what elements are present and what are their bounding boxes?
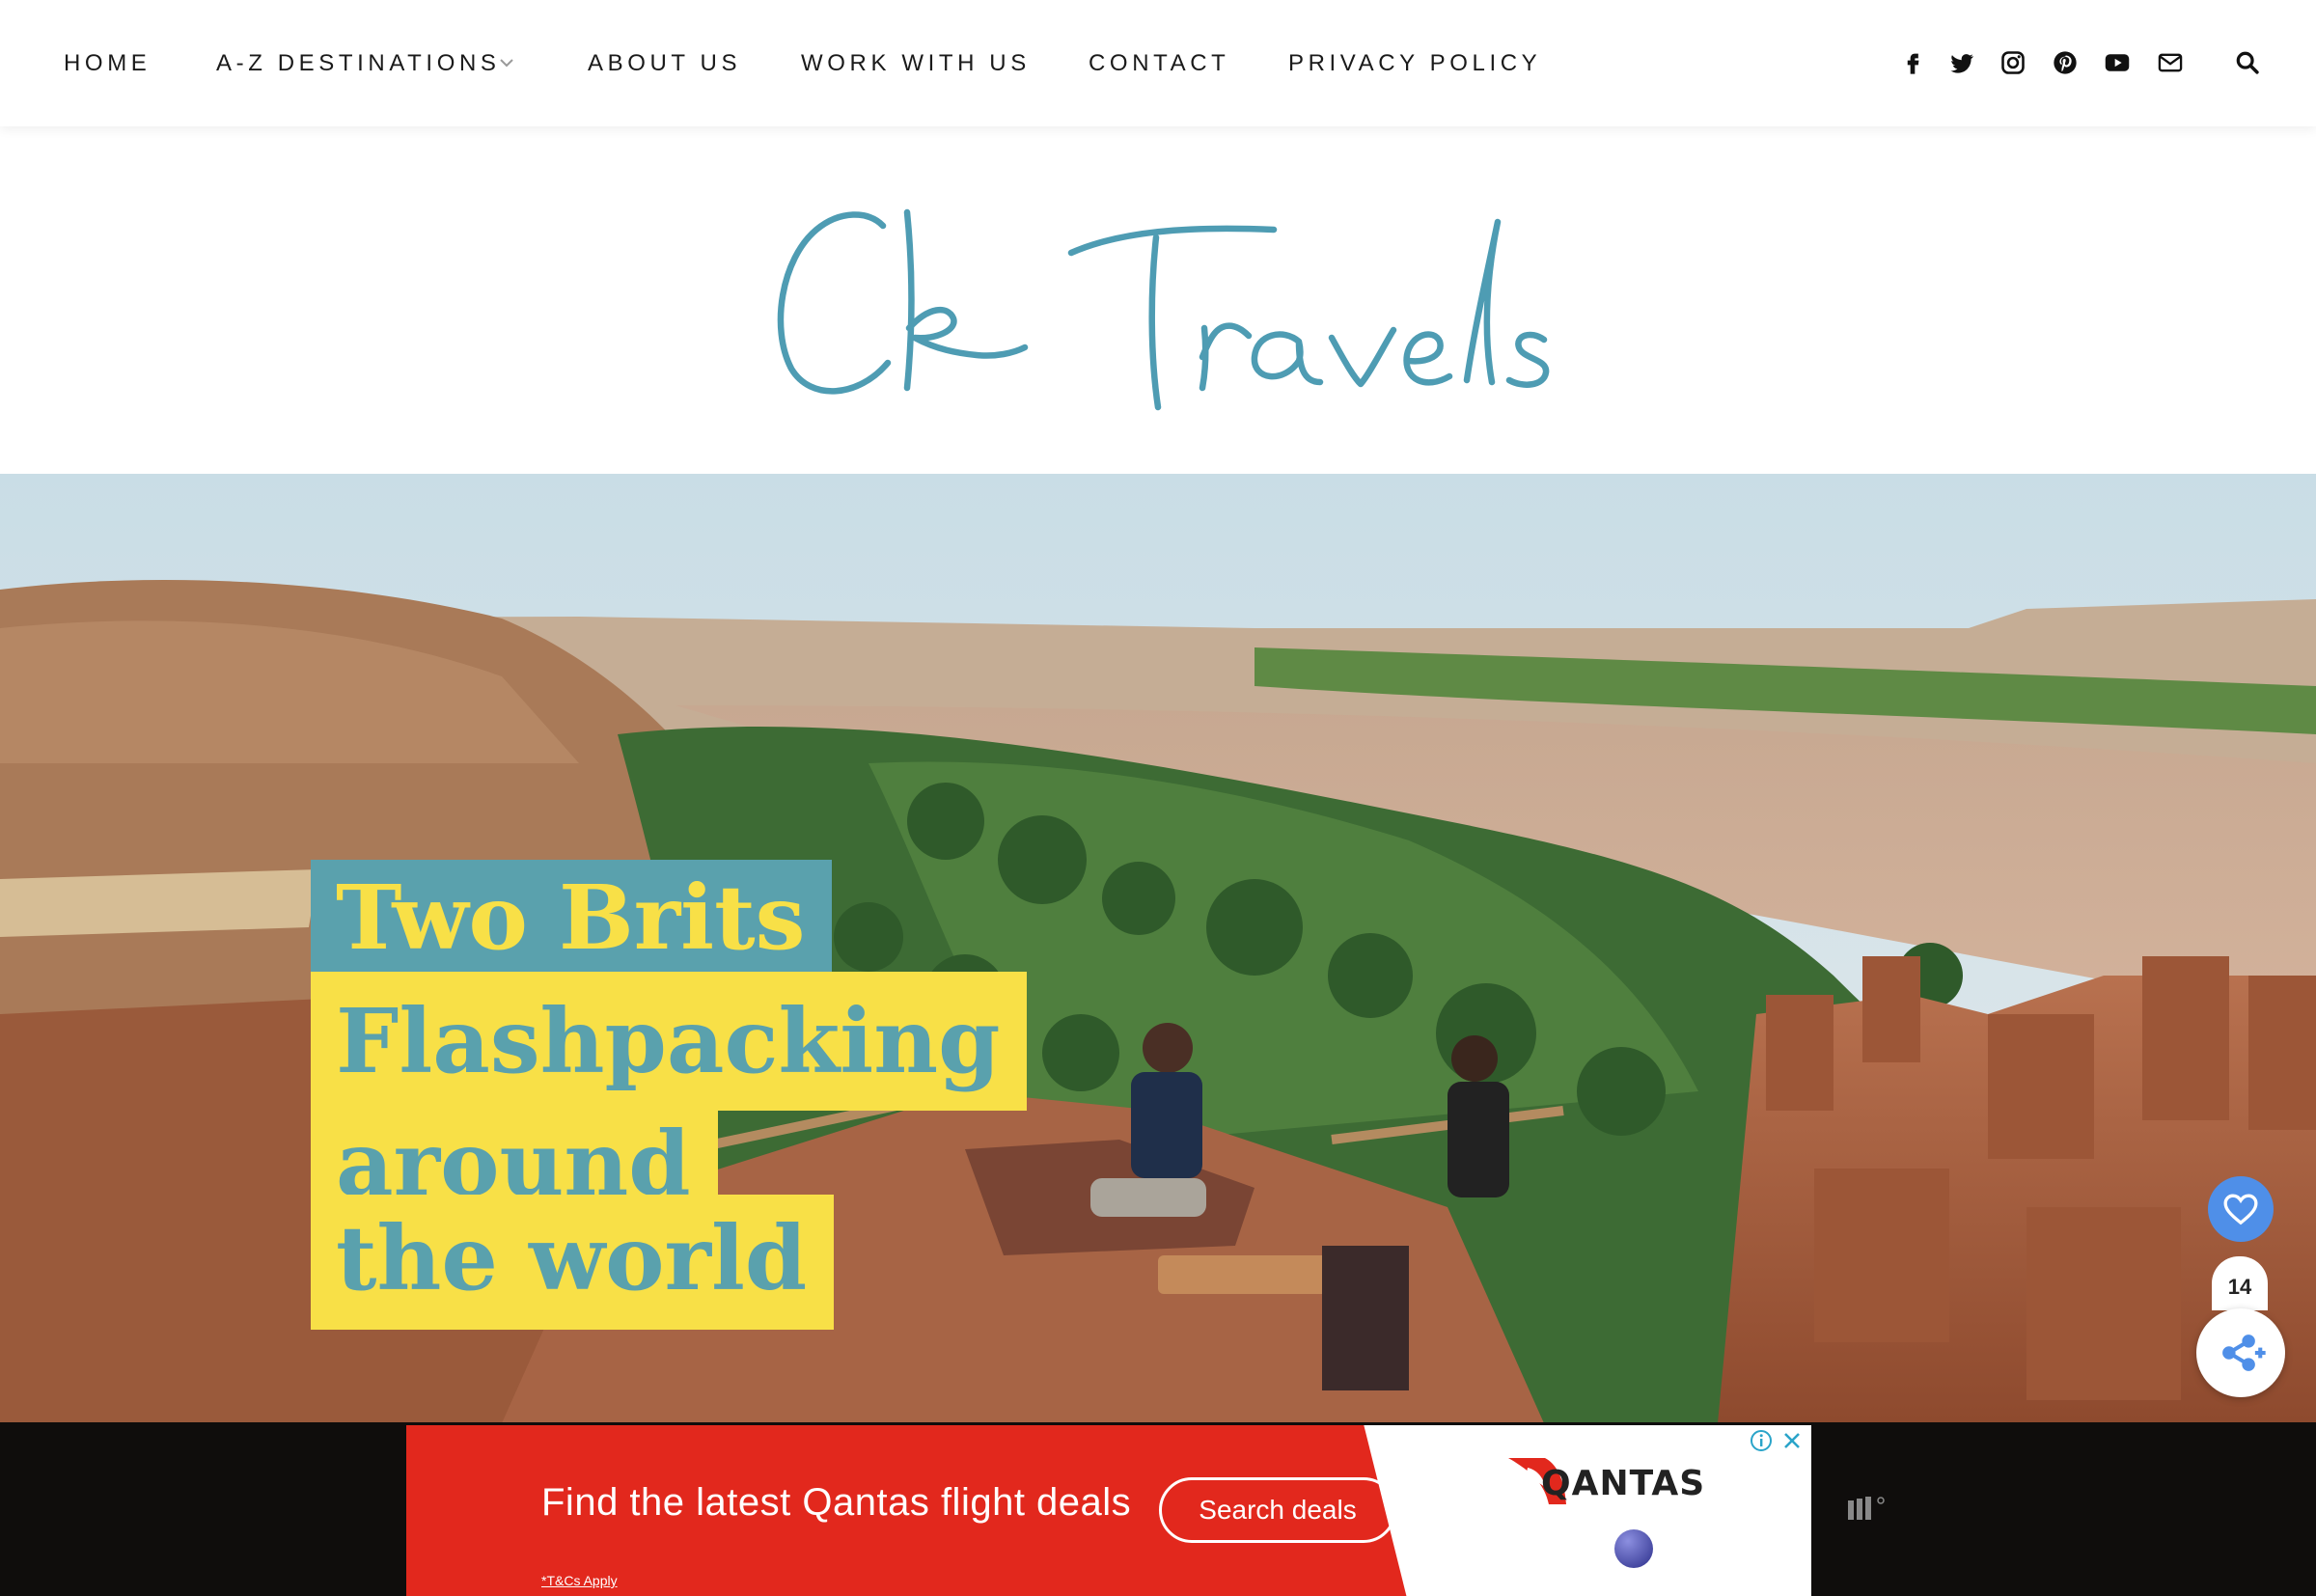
ad-headline: Find the latest Qantas flight deals (541, 1481, 1132, 1524)
nav-about-us[interactable]: ABOUT US (588, 50, 741, 77)
like-button[interactable] (2208, 1176, 2274, 1242)
twitter-icon[interactable] (1945, 46, 1978, 79)
hero-tagline-line1: Two Brits (311, 860, 833, 972)
instagram-icon[interactable] (1997, 46, 2029, 79)
top-navigation: HOME A-Z DESTINATIONS ABOUT US WORK WITH… (0, 0, 2316, 126)
ck-travels-logo (777, 208, 1550, 411)
hero-tagline-line2: Flashpacking (311, 972, 1028, 1111)
nav-work-with-us[interactable]: WORK WITH US (801, 50, 1031, 77)
nav-privacy-policy[interactable]: PRIVACY POLICY (1288, 50, 1541, 77)
site-logo[interactable] (753, 183, 1563, 415)
hero-banner: Two Brits Flashpacking around the world (0, 474, 2316, 1423)
share-icon (2222, 1335, 2266, 1371)
ad-close-icon[interactable] (1780, 1429, 1804, 1452)
ad-info-icon[interactable] (1750, 1429, 1773, 1452)
hero-tagline-line4: the world (311, 1195, 835, 1330)
oneworld-icon (1614, 1529, 1653, 1568)
search-icon[interactable] (2231, 46, 2264, 79)
email-icon[interactable] (2154, 46, 2187, 79)
share-button[interactable] (2196, 1308, 2285, 1397)
ad-terms-link[interactable]: *T&Cs Apply (541, 1573, 618, 1588)
pinterest-icon[interactable] (2049, 46, 2082, 79)
heart-icon (2223, 1194, 2258, 1225)
nav-home[interactable]: HOME (64, 50, 151, 77)
search-deals-button[interactable]: Search deals (1159, 1477, 1396, 1543)
youtube-icon[interactable] (2101, 46, 2134, 79)
nav-contact[interactable]: CONTACT (1089, 50, 1229, 77)
qantas-ad-banner[interactable]: Find the latest Qantas flight deals Sear… (406, 1425, 1811, 1596)
facebook-icon[interactable] (1896, 46, 1929, 79)
share-count: 14 (2212, 1256, 2268, 1310)
ad-provider-icon (1848, 1497, 1885, 1520)
nav-destinations[interactable]: A-Z DESTINATIONS (216, 50, 501, 77)
chevron-down-icon[interactable] (497, 56, 516, 69)
qantas-brand: QANTAS (1541, 1464, 1706, 1503)
